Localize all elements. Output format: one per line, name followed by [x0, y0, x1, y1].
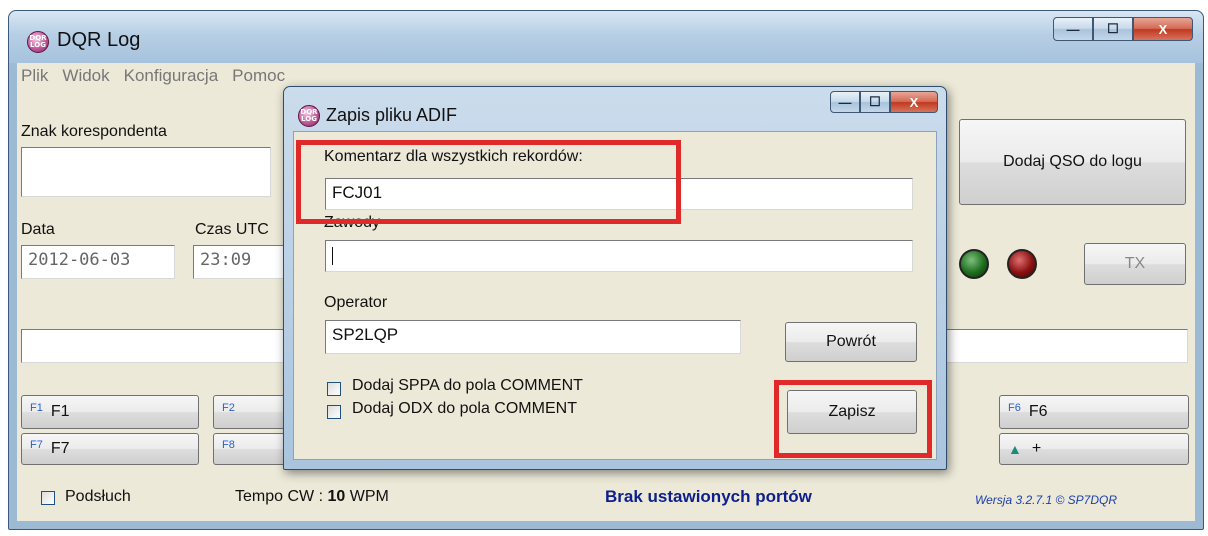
menu-plik[interactable]: Plik	[21, 66, 48, 86]
listen-label: Podsłuch	[65, 488, 131, 505]
main-window-controls: — ☐ X	[1053, 17, 1193, 41]
cw-speed-text: Tempo CW : 10 WPM	[235, 488, 389, 506]
callsign-label: Znak korespondenta	[21, 123, 167, 140]
close-button[interactable]: X	[1133, 17, 1193, 41]
dialog-close-button[interactable]: X	[890, 91, 938, 113]
version-text: Wersja 3.2.7.1 © SP7DQR	[975, 493, 1118, 507]
cw-speed-value: 10	[327, 488, 346, 505]
maximize-button[interactable]: ☐	[1093, 17, 1133, 41]
time-input[interactable]: 23:09	[193, 245, 293, 279]
date-input[interactable]: 2012-06-03	[21, 245, 175, 279]
dialog-minimize-button[interactable]: —	[830, 91, 860, 113]
dialog-window-controls: — ☐ X	[830, 91, 938, 113]
sppa-checkbox[interactable]	[327, 382, 341, 396]
menu-widok[interactable]: Widok	[62, 66, 109, 86]
highlight-comment-field	[296, 140, 681, 224]
maximize-icon: ☐	[869, 94, 881, 109]
menu-konfiguracja[interactable]: Konfiguracja	[124, 66, 219, 86]
plus-button[interactable]: ▲ +	[999, 433, 1189, 465]
time-label: Czas UTC	[195, 221, 269, 238]
f6-label: F6	[1028, 403, 1048, 420]
odx-checkbox[interactable]	[327, 405, 341, 419]
f6-button[interactable]: F6 F6	[999, 395, 1189, 429]
close-icon: X	[909, 94, 919, 110]
minimize-icon: —	[1066, 21, 1080, 37]
f2-button[interactable]: F2	[213, 395, 293, 429]
maximize-icon: ☐	[1107, 21, 1119, 36]
cw-speed-unit: WPM	[345, 488, 389, 505]
dialog-logo-icon: DQR LOG	[298, 105, 320, 127]
f1-key-label: F1	[30, 402, 43, 414]
minimize-icon: —	[838, 94, 852, 110]
tx-button[interactable]: TX	[1084, 243, 1186, 285]
f1-button[interactable]: F1 F1	[21, 395, 199, 429]
f7-button[interactable]: F7 F7	[21, 433, 199, 465]
f7-key-label: F7	[30, 439, 43, 451]
f7-label: F7	[50, 440, 70, 457]
tx-status-green-led	[959, 249, 989, 279]
dialog-logo-text: DQR LOG	[300, 108, 318, 123]
sppa-checkbox-label: Dodaj SPPA do pola COMMENT	[352, 377, 583, 394]
menu-pomoc[interactable]: Pomoc	[232, 66, 285, 86]
plus-label: +	[1031, 440, 1042, 457]
main-title-bar[interactable]: DQR LOG DQR Log — ☐ X	[9, 11, 1203, 63]
contest-input[interactable]	[325, 240, 913, 272]
operator-input[interactable]: SP2LQP	[325, 320, 741, 354]
minimize-button[interactable]: —	[1053, 17, 1093, 41]
dialog-maximize-button[interactable]: ☐	[860, 91, 890, 113]
f6-key-label: F6	[1008, 402, 1021, 414]
f8-button[interactable]: F8	[213, 433, 293, 465]
up-arrow-icon: ▲	[1008, 441, 1022, 457]
listen-checkbox[interactable]	[41, 491, 55, 505]
ports-status: Brak ustawionych portów	[605, 487, 812, 506]
app-logo-text: DQR LOG	[29, 34, 47, 49]
main-window-title: DQR Log	[57, 29, 141, 51]
close-icon: X	[1158, 21, 1168, 37]
tx-status-red-led	[1007, 249, 1037, 279]
f1-label: F1	[50, 403, 70, 420]
callsign-input[interactable]	[21, 147, 271, 197]
back-button[interactable]: Powrót	[785, 322, 917, 362]
odx-checkbox-label: Dodaj ODX do pola COMMENT	[352, 400, 577, 417]
f8-key-label: F8	[222, 439, 235, 451]
text-cursor	[332, 246, 333, 265]
cw-speed-prefix: Tempo CW :	[235, 488, 328, 505]
add-qso-button[interactable]: Dodaj QSO do logu	[959, 119, 1186, 205]
highlight-save-button	[774, 380, 932, 458]
date-label: Data	[21, 221, 55, 238]
app-logo-icon: DQR LOG	[27, 31, 49, 53]
operator-label: Operator	[324, 294, 388, 311]
f2-key-label: F2	[222, 402, 235, 414]
dialog-title: Zapis pliku ADIF	[326, 105, 458, 125]
